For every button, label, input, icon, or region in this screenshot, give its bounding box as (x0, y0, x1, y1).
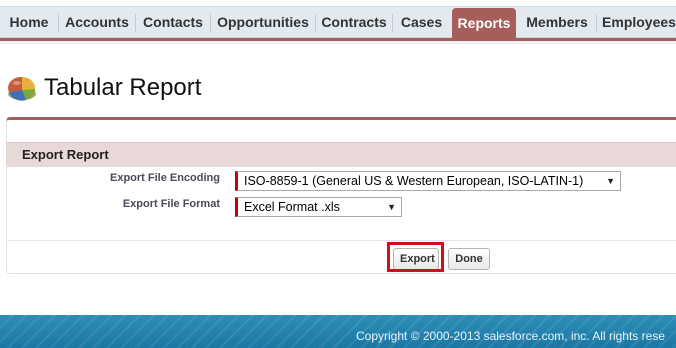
export-panel (6, 117, 676, 274)
tab-accounts[interactable]: Accounts (59, 6, 135, 38)
encoding-select-value: ISO-8859-1 (General US & Western Europea… (244, 174, 584, 188)
tab-bar: Home Accounts Contacts Opportunities Con… (0, 0, 676, 44)
button-row-divider (6, 240, 676, 241)
tab-reports[interactable]: Reports (452, 8, 516, 38)
format-select[interactable]: Excel Format .xls ▼ (235, 197, 402, 217)
export-button-highlight (387, 242, 444, 272)
format-label: Export File Format (122, 198, 220, 210)
dropdown-arrow-icon: ▼ (387, 202, 396, 212)
done-button[interactable]: Done (448, 248, 490, 270)
encoding-label: Export File Encoding (109, 172, 220, 184)
tab-contacts[interactable]: Contacts (136, 6, 210, 38)
tab-members[interactable]: Members (518, 6, 596, 38)
format-select-value: Excel Format .xls (244, 200, 340, 214)
tab-employees[interactable]: Employees (597, 6, 676, 38)
page-title: Tabular Report (44, 74, 202, 101)
section-title: Export Report (22, 147, 109, 162)
tab-opportunities[interactable]: Opportunities (211, 6, 315, 38)
tab-accent-line (0, 38, 676, 41)
report-pie-chart-icon (8, 76, 36, 101)
tab-cases[interactable]: Cases (393, 6, 450, 38)
tab-home[interactable]: Home (0, 6, 58, 38)
tab-contracts[interactable]: Contracts (316, 6, 392, 38)
section-header: Export Report (6, 142, 676, 167)
encoding-select[interactable]: ISO-8859-1 (General US & Western Europea… (235, 171, 621, 191)
copyright-text: Copyright © 2000-2013 salesforce.com, in… (356, 329, 665, 343)
dropdown-arrow-icon: ▼ (606, 176, 615, 186)
footer: Copyright © 2000-2013 salesforce.com, in… (0, 315, 676, 348)
